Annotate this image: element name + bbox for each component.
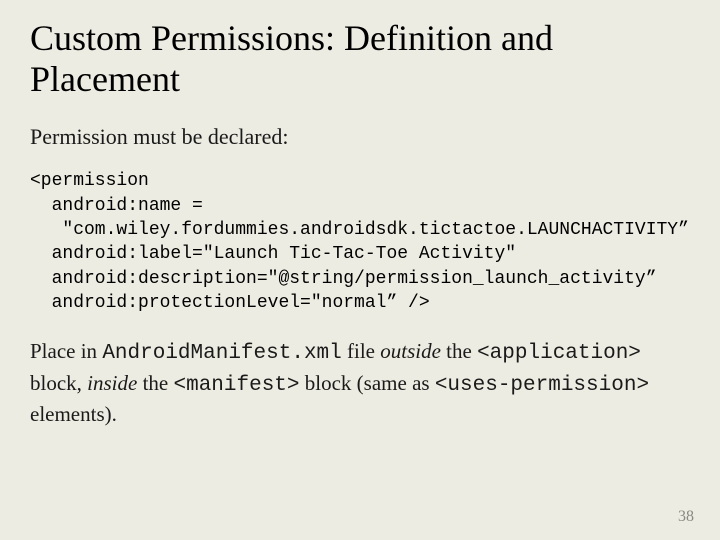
body-text: Place in — [30, 339, 102, 363]
code-line: android:protectionLevel="normal” /> — [30, 293, 430, 313]
code-line: android:name = — [30, 196, 203, 216]
inline-code: <application> — [477, 342, 641, 365]
inline-code: <manifest> — [173, 374, 299, 397]
code-line: <permission — [30, 171, 149, 191]
body-text: the — [137, 371, 173, 395]
inline-code: AndroidManifest.xml — [102, 342, 341, 365]
slide-title: Custom Permissions: Definition and Place… — [30, 18, 690, 101]
body-text: elements). — [30, 402, 117, 426]
body-paragraph: Place in AndroidManifest.xml file outsid… — [30, 337, 690, 428]
code-block: <permission android:name = "com.wiley.fo… — [30, 169, 690, 315]
body-text: the — [441, 339, 477, 363]
body-text: file — [342, 339, 380, 363]
emphasis: outside — [380, 339, 441, 363]
body-text: block (same as — [300, 371, 435, 395]
code-line: android:label="Launch Tic-Tac-Toe Activi… — [30, 244, 516, 264]
code-line: "com.wiley.fordummies.androidsdk.tictact… — [30, 220, 689, 240]
emphasis: inside — [87, 371, 137, 395]
slide-subheading: Permission must be declared: — [30, 123, 690, 152]
body-text: block, — [30, 371, 87, 395]
page-number: 38 — [678, 508, 694, 526]
code-line: android:description="@string/permission_… — [30, 269, 657, 289]
slide: Custom Permissions: Definition and Place… — [0, 0, 720, 540]
inline-code: <uses-permission> — [435, 374, 649, 397]
